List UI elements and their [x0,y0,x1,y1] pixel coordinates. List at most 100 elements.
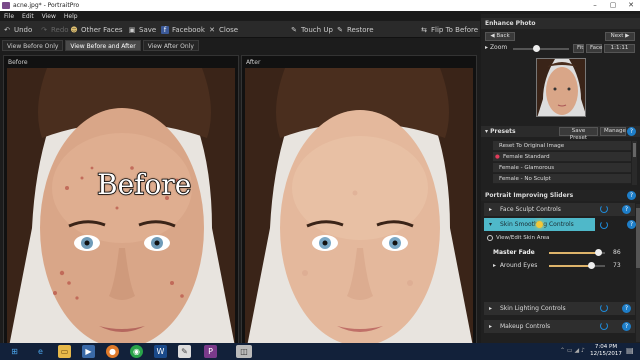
close-window-icon[interactable]: ✕ [622,0,640,11]
face-sculpt-help-icon[interactable]: ? [622,205,631,214]
face-sculpt-expand-icon: ▸ [489,206,493,213]
menu-help[interactable]: Help [64,13,78,20]
after-panel: After [241,55,477,358]
windows-start-icon[interactable]: ⊞ [8,345,21,358]
master-fade-label: Master Fade [493,249,535,256]
next-button[interactable]: Next ▶ [605,32,635,41]
title-bar: acne.jpg* - PortraitPro – ▢ ✕ [0,0,640,11]
save-preset-button[interactable]: Save Preset [559,127,598,141]
skin-lighting-help-icon[interactable]: ? [622,304,631,313]
restore-icon: ✎ [337,25,343,34]
zoom-fit-button[interactable]: Fit [573,44,584,53]
zoom-slider-track[interactable] [513,48,569,50]
notifications-icon[interactable]: ▤ [626,346,634,355]
cursor-highlight [536,221,543,228]
enhance-photo-header: Enhance Photo [481,18,640,29]
portraitpro-app-icon [2,2,10,9]
chrome-icon[interactable]: ◉ [130,345,143,358]
skin-smoothing-help-icon[interactable]: ? [627,220,636,229]
makeup-label: Makeup Controls [500,323,551,330]
back-button[interactable]: ◀ Back [485,32,515,41]
portraitpro-taskbar-icon[interactable]: P [204,345,217,358]
presets-help-icon[interactable]: ? [627,127,636,136]
sliders-help-icon[interactable]: ? [627,191,636,200]
thumbnail-preview[interactable] [536,58,586,117]
after-photo[interactable] [245,68,473,355]
preset-item-female-standard[interactable]: ● Female Standard [493,152,631,162]
faces-icon: ☻ [70,25,78,34]
zoom-ratio-button[interactable]: 1:1:11 [604,44,635,53]
before-photo[interactable]: Before [7,68,235,355]
redo-button[interactable]: ↷ Redo [40,24,69,35]
face-sculpt-controls[interactable]: ▸ Face Sculpt Controls ? [484,203,635,216]
makeup-power-icon[interactable] [600,322,608,330]
notepad-icon[interactable]: ✎ [178,345,191,358]
menu-edit[interactable]: Edit [22,13,34,20]
zoom-face-button[interactable]: Face [586,44,602,53]
after-face-image [245,68,473,355]
tab-view-before-only[interactable]: View Before Only [2,40,64,51]
other-faces-button[interactable]: ☻ Other Faces [70,24,122,35]
tab-view-after-only[interactable]: View After Only [142,40,199,51]
skin-smoothing-controls[interactable]: ▾ Skin Smoothing Controls [484,218,595,231]
presets-scrollbar[interactable] [632,141,637,185]
before-face-image [7,68,235,355]
around-eyes-value: 73 [613,262,621,269]
system-tray-icons[interactable]: ⌃ ▭ ◢ ♪ [560,347,585,354]
close-button[interactable]: ✕ Close [208,24,238,35]
window-title: acne.jpg* - PortraitPro [13,2,80,9]
camera-icon[interactable]: ◫ [236,345,252,358]
facebook-button[interactable]: f Facebook [161,24,205,35]
menu-file[interactable]: File [4,13,14,20]
save-button[interactable]: ▣ Save [128,24,157,35]
location-pin-icon: ● [495,154,500,160]
view-edit-skin-area[interactable]: View/Edit Skin Area [487,235,549,241]
restore-button[interactable]: ✎ Restore [336,24,374,35]
menu-view[interactable]: View [42,13,56,20]
before-caption-overlay: Before [96,167,192,202]
before-panel: Before Before [3,55,239,358]
control-panel: Enhance Photo ◀ Back Next ▶ ▸ Zoom Fit F… [481,14,640,344]
undo-icon: ↶ [4,25,10,34]
touch-up-button[interactable]: ✎ Touch Up [290,24,333,35]
media-player-icon[interactable]: ▶ [82,345,95,358]
flip-icon: ⇆ [421,25,427,34]
face-sculpt-power-icon[interactable] [600,205,608,213]
file-explorer-icon[interactable]: ▭ [58,345,71,358]
preset-item-female-glamorous[interactable]: Female - Glamorous [493,163,631,173]
sliders-scrollbar[interactable] [636,204,640,342]
preset-item-reset[interactable]: Reset To Original Image [493,141,631,151]
skin-lighting-power-icon[interactable] [600,304,608,312]
undo-button[interactable]: ↶ Undo [3,24,32,35]
flip-to-before-button[interactable]: ⇆ Flip To Before [420,24,478,35]
word-icon[interactable]: W [154,345,167,358]
clock-date: 12/15/2017 [590,351,622,357]
toolbar: ↶ Undo ↷ Redo ☻ Other Faces ▣ Save f Facebook… [0,21,480,38]
master-fade-knob[interactable] [595,249,602,256]
internet-explorer-icon[interactable]: e [34,345,47,358]
view-tabs: View Before Only View Before and After V… [0,40,480,52]
firefox-icon[interactable]: ● [106,345,119,358]
makeup-controls[interactable]: ▸ Makeup Controls ? [484,320,635,333]
clock[interactable]: 7:04 PM 12/15/2017 [590,344,622,358]
thumbnail-face-image [537,59,585,116]
makeup-help-icon[interactable]: ? [622,322,631,331]
tab-view-before-and-after[interactable]: View Before and After [65,40,141,51]
around-eyes-knob[interactable] [588,262,595,269]
preset-item-female-no-sculpt[interactable]: Female - No Sculpt [493,174,631,184]
presets-expand-icon: ▾ [485,128,489,135]
around-eyes-fill [549,265,590,267]
before-panel-label: Before [8,59,28,66]
close-icon: ✕ [209,25,215,34]
zoom-slider-knob[interactable] [533,45,540,52]
maximize-icon[interactable]: ▢ [604,0,622,11]
master-fade-fill [549,252,597,254]
skin-smoothing-power-icon[interactable] [600,221,608,229]
manage-button[interactable]: Manage [600,127,626,136]
skin-lighting-expand-icon: ▸ [489,305,493,312]
after-panel-label: After [246,59,261,66]
skin-lighting-label: Skin Lighting Controls [500,305,566,312]
minimize-icon[interactable]: – [586,0,604,11]
facebook-icon: f [161,25,169,34]
skin-lighting-controls[interactable]: ▸ Skin Lighting Controls ? [484,302,635,315]
